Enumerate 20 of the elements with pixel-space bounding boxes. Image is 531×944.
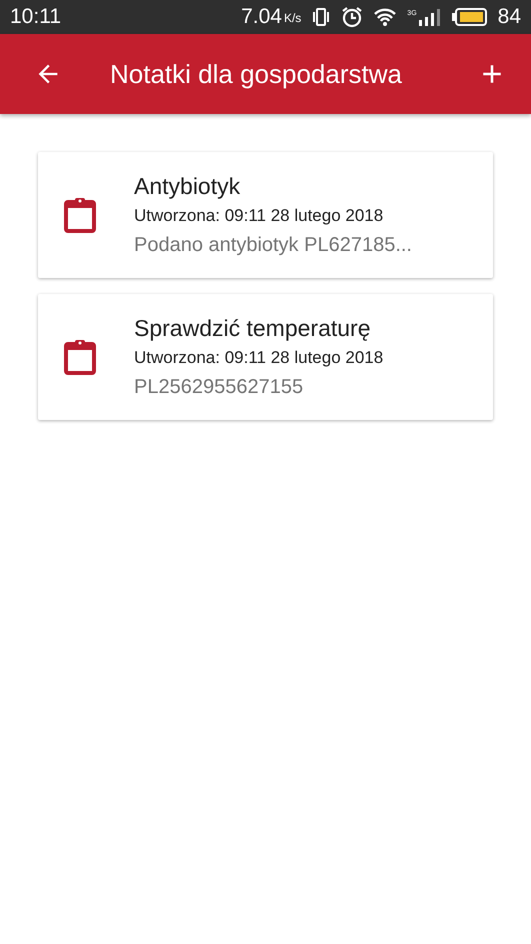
note-date: Utworzona: 09:11 28 lutego 2018 xyxy=(134,206,384,226)
network-speed: 7.04 xyxy=(241,5,282,29)
clipboard-icon xyxy=(64,339,96,375)
screen-title: Notatki dla gospodarstwa xyxy=(110,58,403,90)
battery-icon xyxy=(452,7,488,27)
note-card[interactable]: Antybiotyk Utworzona: 09:11 28 lutego 2018 Podano antybiotyk PL627185... xyxy=(38,152,493,278)
note-preview: PL2562955627155 xyxy=(134,376,304,399)
clipboard-icon xyxy=(64,197,96,233)
signal-icon xyxy=(418,8,442,26)
note-card[interactable]: Sprawdzić temperaturę Utworzona: 09:11 28 lutego 2018 PL2562955627155 xyxy=(38,294,493,420)
speed-unit: K/s xyxy=(284,11,302,25)
note-title: Antybiotyk xyxy=(134,173,242,200)
clock-time: 10:11 xyxy=(10,5,61,29)
note-title: Sprawdzić temperaturę xyxy=(134,315,372,342)
note-date: Utworzona: 09:11 28 lutego 2018 xyxy=(134,348,384,368)
vibrate-icon xyxy=(311,7,332,27)
battery-percent: 84 xyxy=(498,5,521,29)
alarm-icon xyxy=(341,6,364,28)
note-preview: Podano antybiotyk PL627185... xyxy=(134,234,412,257)
wifi-icon xyxy=(373,7,398,27)
